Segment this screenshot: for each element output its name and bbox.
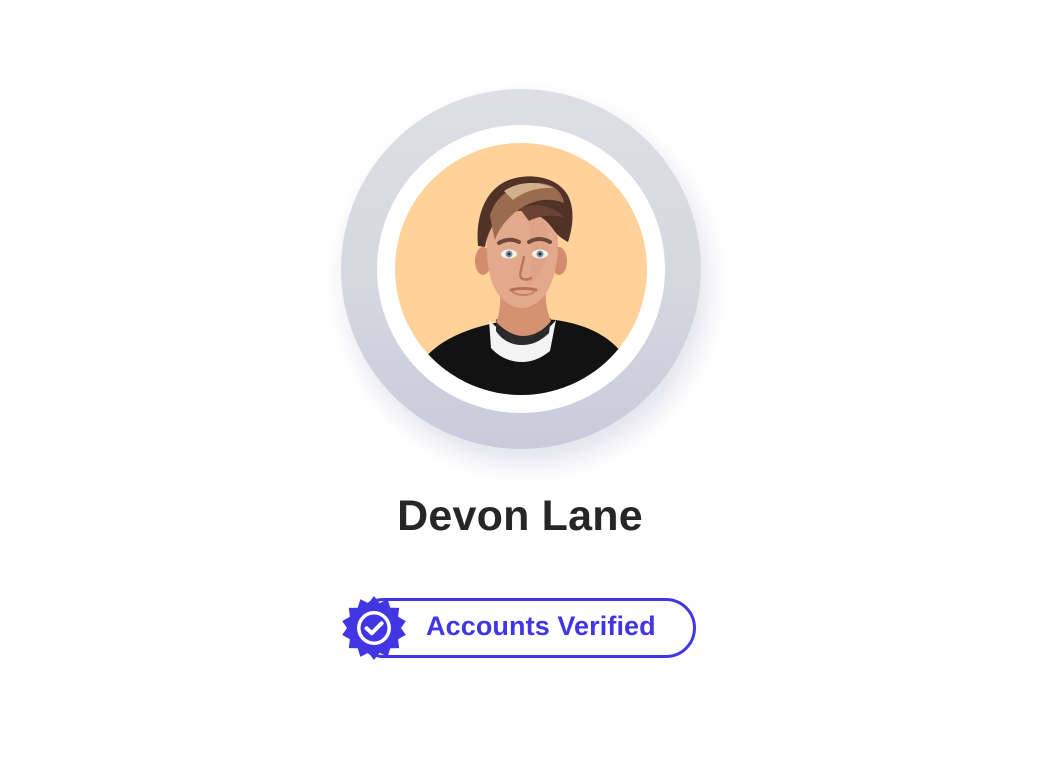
profile-card: Devon Lane Accounts Verified	[0, 0, 1040, 780]
profile-name: Devon Lane	[397, 492, 643, 540]
accounts-verified-label: Accounts Verified	[426, 611, 656, 641]
verified-badge-icon	[339, 593, 409, 663]
avatar-portrait	[395, 143, 647, 395]
avatar	[395, 143, 647, 395]
